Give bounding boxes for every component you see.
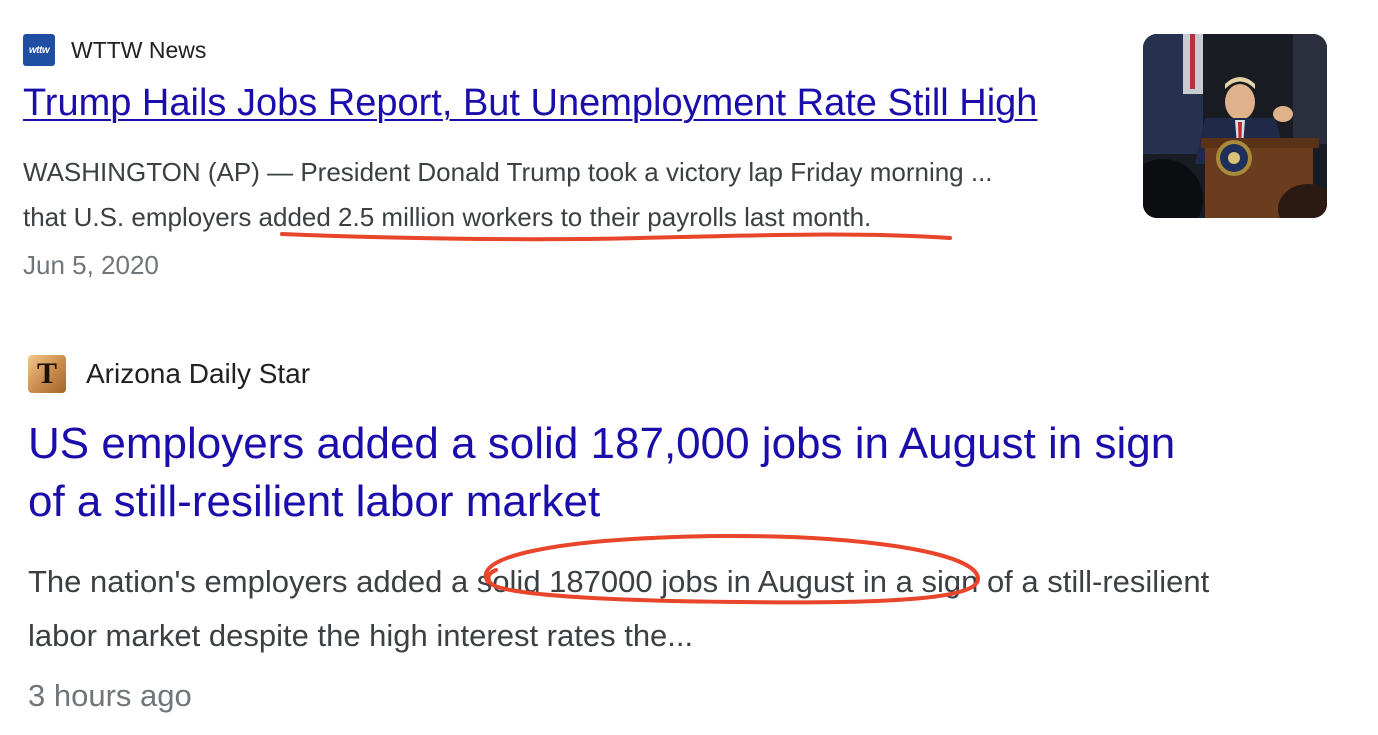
snippet-line: labor market despite the high interest r… xyxy=(28,618,694,653)
source-name: Arizona Daily Star xyxy=(86,358,311,389)
source-name: WTTW News xyxy=(71,36,207,63)
snippet-line: The nation's employers added a solid 187… xyxy=(28,564,1210,599)
snippet-line: that U.S. employers added 2.5 million wo… xyxy=(23,202,872,232)
headline-line: of a still-resilient labor market xyxy=(28,477,601,526)
snippet: WASHINGTON (AP) — President Donald Trump… xyxy=(23,150,1103,240)
search-result-arizona-daily-star: T Arizona Daily Star US employers added … xyxy=(0,300,1378,735)
headline-link[interactable]: US employers added a solid 187,000 jobs … xyxy=(28,415,1348,531)
arizona-daily-star-favicon-icon: T xyxy=(28,355,66,393)
headline-link[interactable]: Trump Hails Jobs Report, But Unemploymen… xyxy=(23,82,1037,125)
snippet: The nation's employers added a solid 187… xyxy=(28,555,1358,663)
press-conference-photo xyxy=(1143,34,1327,218)
source-row[interactable]: wttw WTTW News xyxy=(23,34,206,66)
source-row[interactable]: T Arizona Daily Star xyxy=(28,354,310,394)
result-date: 3 hours ago xyxy=(28,678,192,713)
thumbnail-image[interactable] xyxy=(1143,34,1327,218)
snippet-line: WASHINGTON (AP) — President Donald Trump… xyxy=(23,157,993,187)
wttw-favicon-icon: wttw xyxy=(23,34,55,66)
result-date: Jun 5, 2020 xyxy=(23,250,159,280)
search-result-wttw: wttw WTTW News Trump Hails Jobs Report, … xyxy=(0,0,1378,300)
headline-line: US employers added a solid 187,000 jobs … xyxy=(28,419,1176,468)
